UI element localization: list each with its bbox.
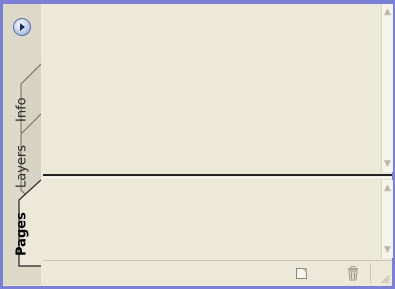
new-page-button[interactable] — [293, 265, 309, 281]
resize-grip-icon[interactable] — [380, 274, 390, 284]
scroll-down-arrow-icon[interactable]: ▼ — [382, 158, 393, 170]
scroll-up-arrow-icon[interactable]: ▲ — [382, 182, 393, 194]
master-pages-list[interactable] — [43, 4, 380, 172]
new-page-icon — [295, 267, 307, 279]
tab-layers[interactable]: Layers — [3, 138, 41, 194]
vertical-tab-strip: Info Layers Pages — [3, 4, 41, 285]
scroll-up-arrow-icon[interactable]: ▲ — [382, 6, 393, 18]
upper-scrollbar[interactable]: ▲ ▼ — [381, 4, 393, 172]
lower-scrollbar[interactable]: ▲ ▼ — [381, 180, 393, 258]
delete-page-button[interactable] — [345, 265, 361, 281]
panel-bottom-toolbar — [43, 260, 392, 286]
toolbar-separator — [370, 263, 371, 283]
document-pages-list[interactable] — [43, 180, 380, 258]
tab-info[interactable]: Info — [3, 88, 41, 132]
pane-splitter[interactable] — [43, 174, 392, 178]
trash-icon — [348, 265, 358, 280]
scroll-down-arrow-icon[interactable]: ▼ — [382, 244, 393, 256]
pages-panel: Info Layers Pages ▲ ▼ ▲ ▼ — [3, 4, 393, 286]
tab-pages[interactable]: Pages — [3, 206, 41, 262]
panel-menu-button[interactable] — [13, 18, 31, 36]
